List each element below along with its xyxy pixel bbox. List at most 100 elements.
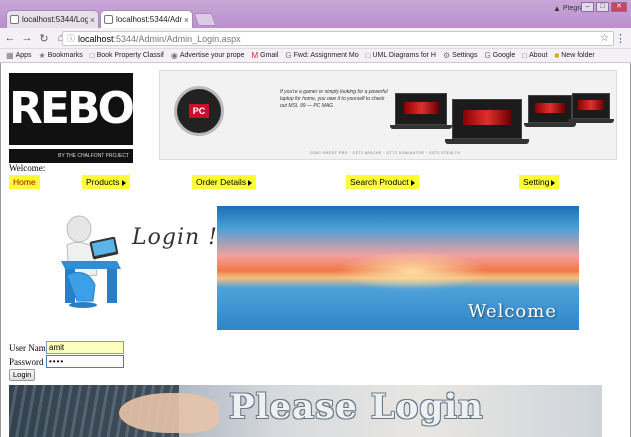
welcome-hero-image: Welcome (217, 206, 579, 330)
menu-setting[interactable]: Setting (519, 175, 560, 189)
menu-dots-icon[interactable]: ⋮ (615, 32, 626, 45)
bookmark-item[interactable]: □ About (522, 51, 547, 60)
menu-label: Home (13, 177, 36, 187)
bookmark-label: New folder (561, 52, 595, 59)
bookmark-label: Apps (15, 52, 32, 59)
sun-glow (337, 251, 487, 291)
close-icon[interactable]: × (184, 15, 189, 25)
laptop-base (445, 139, 529, 144)
menu-label: Products (86, 177, 120, 187)
bookmark-star-icon[interactable]: ☆ (600, 33, 609, 44)
bookmarks-bar: ▦ Apps ★ Bookmarks □ Book Property Classif … (0, 49, 631, 63)
caret-right-icon (410, 179, 415, 186)
bookmark-item[interactable]: G Fwd: Assignment Mo (285, 51, 358, 60)
bookmark-item[interactable]: G Google (484, 51, 515, 60)
user-icon: ▲ (553, 3, 561, 13)
page-icon: □ (89, 51, 95, 60)
google-icon: G (285, 51, 292, 60)
bookmark-label: Fwd: Assignment Mo (293, 52, 359, 59)
bookmark-item[interactable]: ◉ Advertise your prope (171, 51, 245, 60)
bookmark-item[interactable]: □ UML Diagrams for H (366, 51, 436, 60)
info-icon[interactable]: ⓘ (67, 33, 75, 44)
password-label: Password (9, 356, 44, 367)
browser-titlebar: localhost:5344/Login.aspx × localhost:53… (0, 0, 631, 28)
tab-login[interactable]: localhost:5344/Login.aspx × (6, 10, 99, 28)
bookmark-label: Settings (452, 52, 478, 59)
laptop-image (452, 99, 522, 139)
window-close-button[interactable]: ✕ (611, 2, 627, 12)
badge-text: PC (189, 104, 209, 118)
new-tab-button[interactable] (193, 13, 217, 26)
address-bar[interactable]: ⓘ localhost :5344/Admin/Admin_Login.aspx… (62, 31, 614, 46)
tab-title: localhost:5344/Login.aspx (22, 15, 88, 24)
password-field[interactable]: •••• (46, 355, 124, 368)
menu-label: Setting (523, 177, 550, 187)
menu-home[interactable]: Home (9, 175, 40, 189)
forward-arrow-icon[interactable]: → (20, 32, 34, 44)
star-icon: ★ (38, 51, 46, 60)
menu-order-details[interactable]: Order Details (192, 175, 257, 189)
reload-icon[interactable]: ↻ (37, 32, 51, 45)
folder-icon: ■ (554, 51, 560, 60)
bookmark-item[interactable]: ■ New folder (554, 51, 594, 60)
welcome-label: Welcome: (9, 163, 46, 173)
browser-toolbar: ← → ↻ ⌂ ⓘ localhost :5344/Admin/Admin_Lo… (0, 28, 631, 49)
bookmark-label: Gmail (260, 52, 279, 59)
tab-title: localhost:5344/Admin/A (116, 15, 182, 24)
bookmark-item[interactable]: □ Book Property Classif (90, 51, 164, 60)
caret-right-icon (551, 179, 556, 186)
login-illustration: Login ! (47, 205, 227, 310)
gmail-icon: M (251, 51, 259, 60)
laptop-base (568, 119, 614, 123)
brand-label: msi (478, 109, 491, 116)
minimize-button[interactable]: – (581, 2, 594, 12)
tab-admin-login[interactable]: localhost:5344/Admin/A × (100, 10, 193, 28)
laptop-base (390, 125, 452, 129)
menu-products[interactable]: Products (82, 175, 130, 189)
bookmark-bookmarks[interactable]: ★ Bookmarks (39, 51, 83, 60)
close-icon[interactable]: × (90, 15, 95, 25)
page-content: REBOOT! BY THE CHALFONT PROJECT PC If yo… (0, 63, 631, 437)
url-host: localhost (78, 33, 114, 44)
bookmark-item[interactable]: ⚙ Settings (443, 51, 477, 60)
laptop-base (524, 123, 576, 127)
login-illustration-text: Login ! (132, 225, 218, 250)
bookmark-apps[interactable]: ▦ Apps (6, 51, 32, 60)
page-icon: □ (365, 51, 371, 60)
bookmark-label: Google (492, 52, 516, 59)
bookmark-item[interactable]: M Gmail (251, 51, 278, 60)
logo-text: REBOOT! (9, 73, 213, 145)
banner-quote: If you're a gamer or simply looking for … (280, 89, 388, 109)
url-path: :5344/Admin/Admin_Login.aspx (113, 33, 241, 44)
login-button[interactable]: Login (9, 369, 36, 381)
laptop-image (395, 93, 447, 125)
bookmark-label: Advertise your prope (179, 52, 245, 59)
caret-right-icon (248, 179, 253, 186)
menu-label: Order Details (196, 177, 247, 187)
please-login-text: Please Login (229, 387, 484, 427)
header-banner: PC If you're a gamer or simply looking f… (159, 70, 617, 160)
laptop-image (528, 95, 572, 123)
caret-right-icon (121, 179, 126, 186)
username-field[interactable]: amit (46, 341, 124, 354)
back-arrow-icon[interactable]: ← (3, 32, 17, 44)
apps-icon: ▦ (6, 51, 14, 60)
google-icon: G (484, 51, 491, 60)
maximize-button[interactable]: □ (596, 2, 609, 12)
page-icon (104, 15, 113, 24)
globe-icon: ◉ (170, 51, 178, 60)
username-label: User Name (9, 342, 50, 353)
laptop-image (572, 93, 610, 119)
site-logo[interactable]: REBOOT! BY THE CHALFONT PROJECT (9, 69, 213, 164)
hero-text: Welcome (467, 301, 557, 322)
main-menu: Home Products Order Details Search Produ… (9, 175, 623, 190)
user-at-computer-icon (61, 215, 121, 308)
password-row: Password •••• (9, 355, 124, 368)
page-icon (10, 15, 19, 24)
banner-footnote: GS60 GHOST PRO · GE72 APACHE · GT72 DOMI… (310, 151, 461, 155)
bookmark-label: Book Property Classif (96, 52, 164, 59)
window-controls: – □ ✕ (581, 2, 627, 12)
menu-search-product[interactable]: Search Product (346, 175, 419, 189)
page-icon: □ (522, 51, 528, 60)
logo-tagline: BY THE CHALFONT PROJECT (9, 149, 133, 163)
